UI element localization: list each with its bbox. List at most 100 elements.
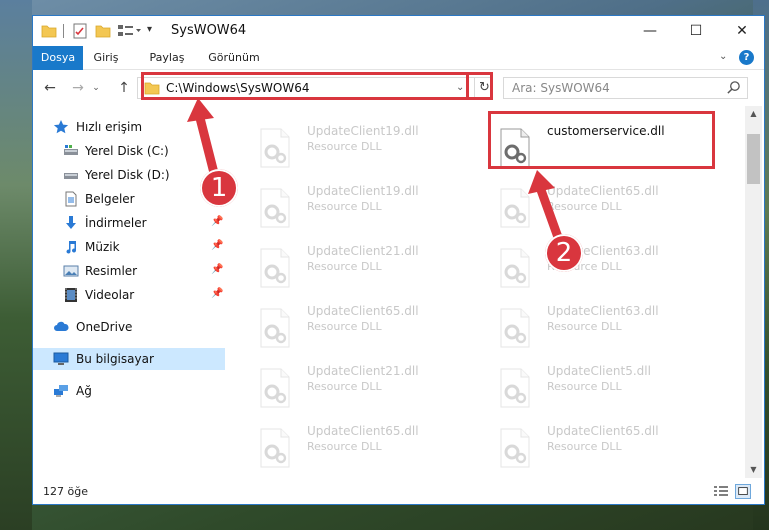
help-icon[interactable]: ? <box>739 50 754 65</box>
large-icons-view-icon[interactable] <box>735 484 751 499</box>
sidebar-item-label: Yerel Disk (C:) <box>85 144 169 158</box>
tab-view[interactable]: Görünüm <box>205 46 263 70</box>
pin-icon[interactable]: 📌 <box>211 216 223 227</box>
file-type: Resource DLL <box>307 320 382 333</box>
sidebar-item-label: Ağ <box>76 384 92 398</box>
item-count: 127 öğe <box>43 485 88 498</box>
file-item[interactable]: UpdateClient63.dll Resource DLL <box>477 300 707 358</box>
file-name: UpdateClient65.dll <box>547 184 659 198</box>
music-icon <box>66 241 77 254</box>
sidebar-item-label: Yerel Disk (D:) <box>85 168 170 182</box>
maximize-button[interactable]: ☐ <box>673 16 719 46</box>
file-item[interactable]: UpdateClient19.dll Resource DLL <box>237 180 467 238</box>
forward-arrow-icon[interactable]: → <box>69 79 87 97</box>
drive-icon <box>64 145 78 155</box>
search-icon[interactable] <box>726 80 741 95</box>
file-item[interactable]: UpdateClient63.dll Resource DLL <box>477 240 707 298</box>
minimize-button[interactable]: — <box>627 16 673 46</box>
sidebar-item-downloads[interactable]: İndirmeler 📌 <box>33 212 225 234</box>
file-name: UpdateClient65.dll <box>547 424 659 438</box>
sidebar-item-local-disk-d[interactable]: Yerel Disk (D:) <box>33 164 225 186</box>
file-type: Resource DLL <box>307 440 382 453</box>
folder-icon[interactable] <box>41 23 57 39</box>
file-item[interactable]: UpdateClient19.dll Resource DLL <box>237 120 467 178</box>
documents-icon <box>65 191 77 207</box>
file-type: Resource DLL <box>547 320 622 333</box>
step-1-badge: 1 <box>200 169 238 207</box>
search-input[interactable]: Ara: SysWOW64 <box>503 77 748 99</box>
sidebar-item-label: Hızlı erişim <box>76 120 143 134</box>
recent-locations-icon[interactable]: ⌄ <box>91 79 101 97</box>
dll-file-icon <box>260 248 290 288</box>
sidebar-item-label: Videolar <box>85 288 135 302</box>
video-icon <box>65 288 77 302</box>
vertical-scrollbar[interactable]: ▲ ▼ <box>745 106 762 478</box>
file-type: Resource DLL <box>547 200 622 213</box>
sidebar-item-label: Müzik <box>85 240 120 254</box>
sidebar-item-label: OneDrive <box>76 320 133 334</box>
file-item[interactable]: UpdateClient65.dll Resource DLL <box>477 420 707 470</box>
file-name: UpdateClient19.dll <box>307 184 419 198</box>
sidebar-item-local-disk-c[interactable]: Yerel Disk (C:) <box>33 140 225 162</box>
scroll-up-icon[interactable]: ▲ <box>745 106 762 122</box>
navigation-pane: Hızlı erişim Yerel Disk (C:) Yerel Disk … <box>33 110 225 470</box>
sidebar-item-label: Bu bilgisayar <box>76 352 154 366</box>
file-item[interactable]: UpdateClient65.dll Resource DLL <box>237 420 467 470</box>
step-2-badge: 2 <box>545 234 583 272</box>
computer-icon <box>53 352 69 365</box>
up-arrow-icon[interactable]: ↑ <box>115 79 133 97</box>
sidebar-item-onedrive[interactable]: OneDrive <box>33 316 225 338</box>
dll-file-icon <box>260 308 290 348</box>
dll-file-icon <box>260 368 290 408</box>
sidebar-item-quick-access[interactable]: Hızlı erişim <box>33 116 225 138</box>
dll-file-icon <box>500 368 530 408</box>
properties-icon[interactable] <box>73 23 87 39</box>
highlight-address-bar <box>141 72 469 100</box>
file-item[interactable]: UpdateClient65.dll Resource DLL <box>237 300 467 358</box>
file-item[interactable]: UpdateClient65.dll Resource DLL <box>477 180 707 238</box>
title-bar: ▾ SysWOW64 — ☐ ✕ <box>33 16 764 46</box>
pin-icon[interactable]: 📌 <box>211 240 223 251</box>
file-type: Resource DLL <box>307 380 382 393</box>
file-name: UpdateClient65.dll <box>307 424 419 438</box>
file-item[interactable]: UpdateClient21.dll Resource DLL <box>237 240 467 298</box>
sidebar-item-this-pc[interactable]: Bu bilgisayar <box>33 348 225 370</box>
dll-file-icon <box>500 248 530 288</box>
sidebar-item-documents[interactable]: Belgeler <box>33 188 225 210</box>
tab-home[interactable]: Giriş <box>89 46 123 70</box>
sidebar-item-music[interactable]: Müzik 📌 <box>33 236 225 258</box>
drive-icon <box>64 173 78 179</box>
dll-file-icon <box>260 428 290 468</box>
file-type: Resource DLL <box>307 260 382 273</box>
pin-icon[interactable]: 📌 <box>211 288 223 299</box>
dll-file-icon <box>500 188 530 228</box>
details-view-icon[interactable] <box>713 485 729 498</box>
new-folder-icon[interactable] <box>95 23 111 39</box>
sidebar-item-network[interactable]: Ağ <box>33 380 225 402</box>
sidebar-item-videos[interactable]: Videolar 📌 <box>33 284 225 306</box>
scroll-down-icon[interactable]: ▼ <box>745 462 762 478</box>
file-type: Resource DLL <box>307 200 382 213</box>
ribbon-tabs: Dosya Giriş Paylaş Görünüm ⌄ ? <box>33 46 764 70</box>
file-type: Resource DLL <box>547 440 622 453</box>
pin-icon[interactable]: 📌 <box>211 264 223 275</box>
customize-toolbar-icon[interactable]: ▾ <box>147 24 159 40</box>
view-options-icon[interactable] <box>117 23 141 39</box>
tab-file[interactable]: Dosya <box>33 46 83 70</box>
back-arrow-icon[interactable]: ← <box>41 79 59 97</box>
file-type: Resource DLL <box>307 140 382 153</box>
file-name: UpdateClient65.dll <box>307 304 419 318</box>
scrollbar-thumb[interactable] <box>747 134 760 184</box>
expand-ribbon-icon[interactable]: ⌄ <box>719 51 727 62</box>
dll-file-icon <box>260 188 290 228</box>
tab-share[interactable]: Paylaş <box>145 46 189 70</box>
sidebar-item-label: Resimler <box>85 264 138 278</box>
file-item[interactable]: UpdateClient5.dll Resource DLL <box>477 360 707 418</box>
window-title: SysWOW64 <box>171 23 247 38</box>
close-button[interactable]: ✕ <box>719 16 765 46</box>
cloud-icon <box>54 321 69 331</box>
sidebar-item-pictures[interactable]: Resimler 📌 <box>33 260 225 282</box>
file-item[interactable]: UpdateClient21.dll Resource DLL <box>237 360 467 418</box>
sidebar-item-label: Belgeler <box>85 192 135 206</box>
toolbar-separator <box>63 24 64 38</box>
